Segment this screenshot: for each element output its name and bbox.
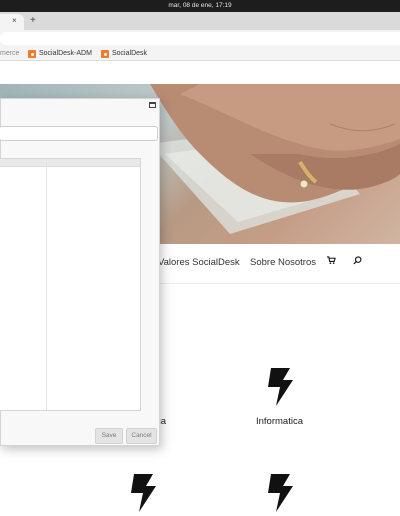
dialog-list-panel[interactable] [0, 158, 141, 411]
bookmark-item-socialdesk-adm[interactable]: SocialDesk-ADM [28, 49, 92, 59]
search-icon[interactable] [353, 256, 362, 265]
bookmark-label: SocialDesk [112, 50, 148, 57]
system-top-bar: mar, 08 de ene, 17:19 [0, 0, 400, 12]
system-clock: mar, 08 de ene, 17:19 [168, 2, 232, 9]
bookmark-item-socialdesk[interactable]: SocialDesk [101, 49, 147, 59]
lightning-icon [131, 474, 156, 512]
new-tab-button[interactable]: + [30, 13, 36, 29]
bookmark-item[interactable]: merce [0, 49, 19, 59]
panel-header [0, 159, 140, 167]
lightning-icon [268, 368, 293, 406]
service-label-informatica: Informatica [256, 416, 303, 427]
bookmarks-bar: merce SocialDesk-ADM SocialDesk [0, 47, 400, 61]
bookmark-label: merce [0, 50, 20, 57]
lightning-icon [268, 474, 293, 512]
dialog-text-input[interactable] [0, 126, 158, 141]
nav-link-valores-socialdesk[interactable]: Valores SocialDesk [158, 257, 240, 268]
browser-tab-strip [0, 12, 400, 30]
socialdesk-favicon-icon [101, 50, 109, 58]
bookmark-label: SocialDesk-ADM [39, 50, 92, 57]
address-bar[interactable] [0, 32, 400, 45]
nav-link-sobre-nosotros[interactable]: Sobre Nosotros [250, 257, 316, 268]
cancel-button[interactable]: Cancel [126, 428, 157, 444]
socialdesk-favicon-icon [28, 50, 36, 58]
cart-icon[interactable] [327, 256, 336, 265]
tab-close-icon[interactable]: × [12, 13, 17, 29]
panel-column-divider [46, 159, 47, 410]
maximize-icon[interactable] [149, 102, 156, 108]
save-button[interactable]: Save [95, 428, 123, 444]
modal-dialog: Save Cancel [0, 98, 160, 446]
